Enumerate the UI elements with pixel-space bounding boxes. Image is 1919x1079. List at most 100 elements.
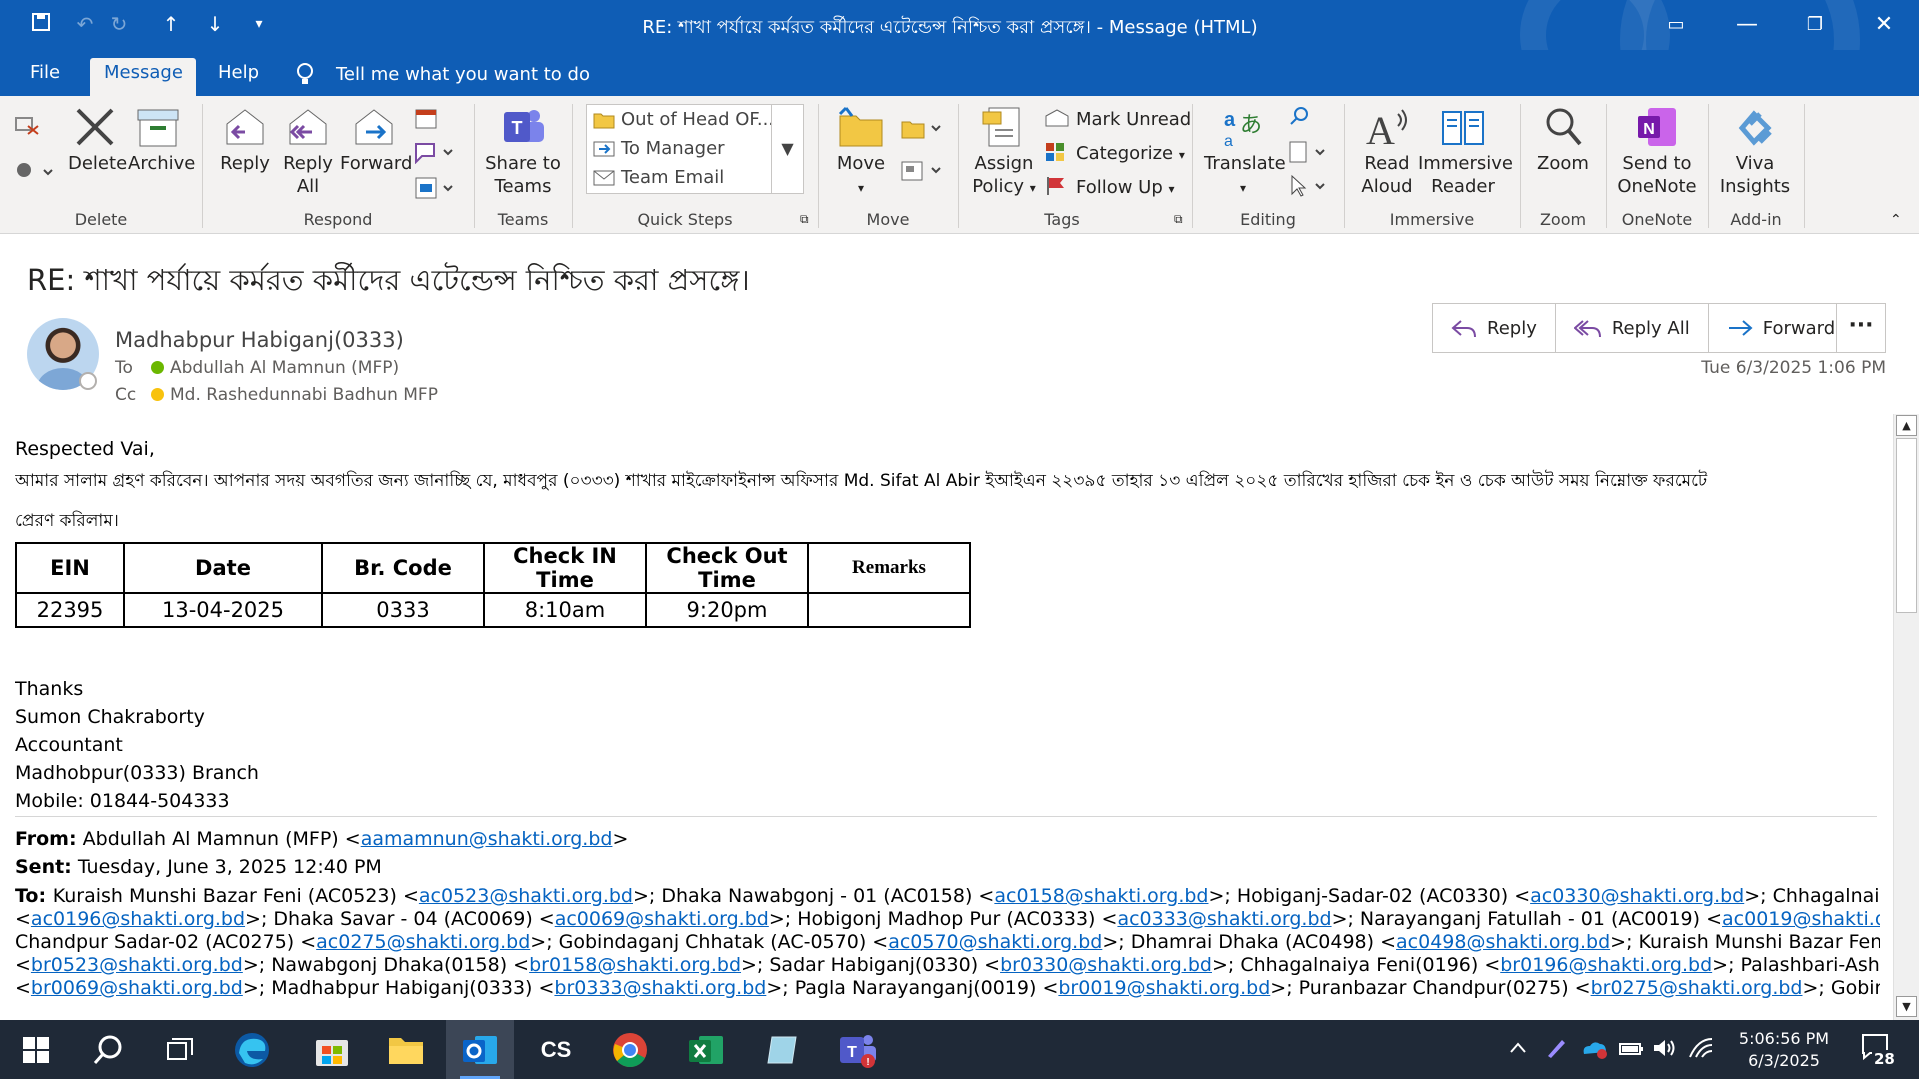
battery-icon[interactable] [1618,1038,1644,1062]
policy-icon [982,107,1020,147]
forward-action-button[interactable]: Forward [1709,304,1853,352]
tab-file[interactable]: File [16,58,74,96]
notification-center-icon[interactable]: 28 [1860,1032,1897,1068]
email-link[interactable]: ac0570@shakti.org.bd [888,931,1102,953]
more-respond-icon[interactable] [414,176,454,205]
email-link[interactable]: ac0069@shakti.org.bd [555,908,769,930]
minimize-icon[interactable]: — [1727,8,1767,42]
select-icon[interactable] [1288,174,1328,203]
edge-icon[interactable] [218,1020,286,1079]
cc-recipient[interactable]: Md. Rashedunnabi Badhun MFP [170,385,438,405]
email-link[interactable]: br0158@shakti.org.bd [529,954,741,976]
system-clock[interactable]: 5:06:56 PM 6/3/2025 [1730,1028,1838,1072]
customize-toolbar-icon[interactable]: ▾ [244,16,274,32]
mark-unread-button[interactable]: Mark Unread [1044,108,1191,130]
zoom-button[interactable]: Zoom [1532,106,1594,175]
email-link[interactable]: ac0333@shakti.org.bd [1117,908,1331,930]
email-link[interactable]: ac0275@shakti.org.bd [316,931,530,953]
show-hidden-icons-icon[interactable] [1508,1038,1528,1062]
categorize-button[interactable]: Categorize ▾ [1044,142,1185,164]
email-link[interactable]: ac0019@shakti.org.bd [1722,908,1880,930]
sent-label: Sent: [15,856,72,878]
translate-button[interactable]: aあa Translate ▾ [1204,106,1286,200]
teams-icon[interactable]: T! [824,1020,892,1079]
delete-button[interactable]: Delete [68,106,127,175]
email-link[interactable]: br0275@shakti.org.bd [1591,977,1803,999]
email-link[interactable]: ac0330@shakti.org.bd [1530,885,1744,907]
reply-button[interactable]: Reply [216,106,274,175]
app-icon[interactable] [748,1020,816,1079]
search-icon[interactable] [74,1020,142,1079]
archive-button[interactable]: Archive [128,106,195,175]
dialog-launcher-icon[interactable]: ⧉ [1174,212,1183,227]
email-link[interactable]: ac0523@shakti.org.bd [419,885,633,907]
dialog-launcher-icon[interactable]: ⧉ [800,212,809,227]
viva-insights-button[interactable]: Viva Insights [1716,106,1794,198]
file-explorer-icon[interactable] [372,1020,440,1079]
outlook-icon[interactable] [446,1020,514,1079]
chrome-icon[interactable] [596,1020,664,1079]
email-link[interactable]: ac0158@shakti.org.bd [994,885,1208,907]
more-actions-button[interactable]: ··· [1836,303,1886,353]
tell-me-search[interactable]: Tell me what you want to do [336,64,590,85]
sender-name[interactable]: Madhabpur Habiganj(0333) [115,328,404,352]
onedrive-icon[interactable] [1580,1036,1608,1064]
email-link[interactable]: br0069@shakti.org.bd [31,977,243,999]
from-email-link[interactable]: aamamnun@shakti.org.bd [361,828,613,850]
email-link[interactable]: br0019@shakti.org.bd [1058,977,1270,999]
actions-icon[interactable] [900,158,942,187]
follow-up-button[interactable]: Follow Up ▾ [1044,176,1175,198]
email-link[interactable]: br0333@shakti.org.bd [554,977,766,999]
ribbon-display-icon[interactable]: ▭ [1656,8,1696,42]
wifi-icon[interactable] [1688,1037,1714,1063]
previous-item-icon[interactable]: ↑ [156,12,186,36]
close-icon[interactable]: ✕ [1864,8,1904,42]
scroll-down-icon[interactable]: ▼ [1896,996,1917,1017]
share-to-teams-button[interactable]: T Share to Teams [484,106,562,198]
task-view-icon[interactable] [146,1020,214,1079]
tab-message[interactable]: Message [90,58,196,96]
save-icon[interactable] [26,12,56,37]
store-icon[interactable] [298,1020,366,1079]
email-link[interactable]: ac0196@shakti.org.bd [31,908,245,930]
reply-action-button[interactable]: Reply [1433,304,1556,352]
related-icon[interactable] [1288,140,1328,169]
next-item-icon[interactable]: ↓ [200,12,230,36]
email-link[interactable]: br0523@shakti.org.bd [31,954,243,976]
assign-policy-button[interactable]: Assign Policy ▾ [966,106,1042,200]
restore-icon[interactable]: ❐ [1795,8,1835,42]
cs-icon[interactable]: CS [522,1020,590,1079]
rules-icon[interactable] [900,116,942,145]
reply-all-action-button[interactable]: Reply All [1556,304,1709,352]
table-header: Check Out Time [645,542,809,594]
email-link[interactable]: ac0498@shakti.org.bd [1396,931,1610,953]
vertical-scrollbar[interactable]: ▲ ▼ [1893,414,1919,1020]
send-to-onenote-button[interactable]: N Send to OneNote [1612,106,1702,198]
volume-icon[interactable] [1652,1037,1676,1063]
scrollbar-thumb[interactable] [1896,438,1917,613]
scroll-up-icon[interactable]: ▲ [1896,415,1917,436]
cleanup-icon[interactable] [14,160,54,189]
quick-steps-more-icon[interactable]: ▼ [771,105,803,193]
email-link[interactable]: br0196@shakti.org.bd [1500,954,1712,976]
pen-icon[interactable] [1544,1036,1568,1064]
im-reply-icon[interactable] [414,140,454,169]
move-button[interactable]: Move ▾ [830,106,892,200]
email-link[interactable]: br0330@shakti.org.bd [1000,954,1212,976]
viva-insights-icon [1738,110,1772,146]
forward-button[interactable]: Forward [340,106,412,175]
recipient-text: >; Pagla Narayanganj(0019) < [766,977,1059,999]
to-recipient[interactable]: Abdullah Al Mamnun (MFP) [170,358,399,378]
collapse-ribbon-icon[interactable]: ⌃ [1890,212,1902,228]
read-aloud-button[interactable]: A Read Aloud [1360,106,1414,198]
immersive-reader-button[interactable]: Immersive Reader [1418,106,1513,198]
undo-icon[interactable]: ↶ [70,12,100,36]
meeting-icon[interactable] [414,106,440,135]
ignore-icon[interactable] [14,114,40,141]
start-icon[interactable] [2,1020,70,1079]
tab-help[interactable]: Help [204,58,273,96]
redo-icon[interactable]: ↻ [104,12,134,36]
reply-all-button[interactable]: Reply All [278,106,338,198]
find-icon[interactable] [1288,106,1310,133]
excel-icon[interactable] [672,1020,740,1079]
